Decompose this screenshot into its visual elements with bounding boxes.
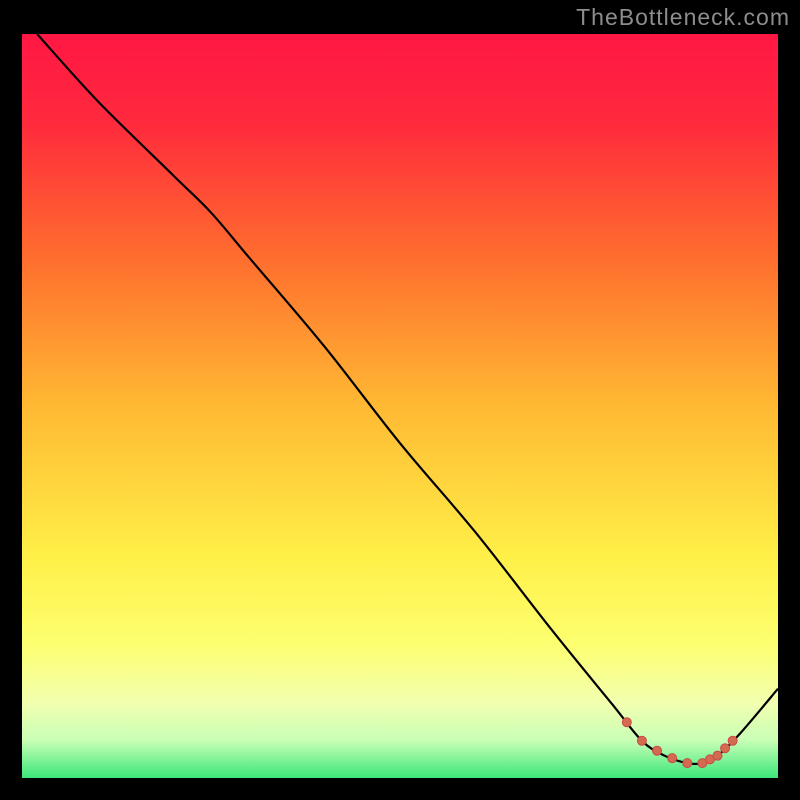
valley-marker bbox=[721, 744, 730, 753]
valley-marker bbox=[713, 751, 722, 760]
attribution-text: TheBottleneck.com bbox=[576, 4, 790, 31]
valley-marker bbox=[683, 759, 692, 768]
bottleneck-chart bbox=[0, 0, 800, 800]
plot-background bbox=[22, 34, 778, 778]
valley-marker bbox=[653, 746, 662, 755]
valley-marker bbox=[622, 718, 631, 727]
valley-marker bbox=[637, 736, 646, 745]
valley-marker bbox=[728, 736, 737, 745]
valley-marker bbox=[668, 754, 677, 763]
